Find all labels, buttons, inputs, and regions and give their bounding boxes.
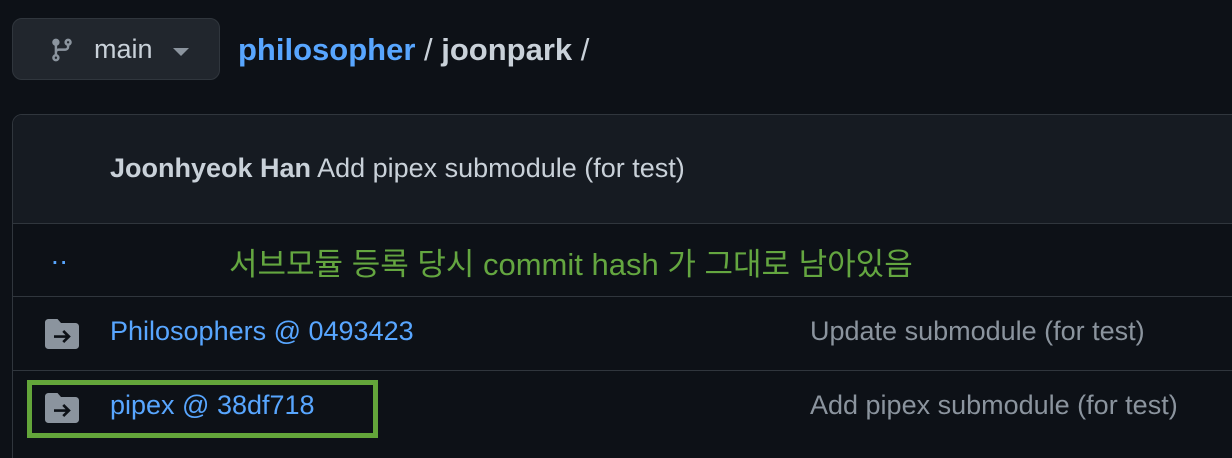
repo-file-browser: main philosopher / joonpark / Joonhyeok … (0, 0, 1232, 458)
breadcrumb-repo-link[interactable]: philosopher (238, 32, 415, 67)
parent-directory-link[interactable]: .. (51, 239, 69, 271)
chevron-down-icon (173, 48, 189, 56)
breadcrumb: philosopher / joonpark / (238, 30, 589, 70)
breadcrumb-current-directory: joonpark (441, 32, 573, 67)
commit-message-link[interactable]: Add pipex submodule (for test) (317, 153, 685, 183)
git-branch-icon (52, 38, 72, 62)
latest-commit-text: Joonhyeok Han Add pipex submodule (for t… (110, 153, 685, 184)
file-list: Joonhyeok Han Add pipex submodule (for t… (12, 114, 1232, 458)
annotation-text: 서브모듈 등록 당시 commit hash 가 그대로 남아있음 (229, 247, 913, 282)
commit-message-link[interactable]: Add pipex submodule (for test) (810, 390, 1178, 421)
submodule-link[interactable]: pipex @ 38df718 (110, 390, 315, 421)
submodule-folder-icon (45, 319, 79, 349)
branch-select-button[interactable]: main (12, 18, 220, 80)
commit-message-link[interactable]: Update submodule (for test) (810, 316, 1145, 347)
breadcrumb-separator: / (415, 32, 442, 67)
commit-author-link[interactable]: Joonhyeok Han (110, 153, 311, 183)
list-item: Philosophers @ 0493423 Update submodule … (13, 297, 1232, 371)
list-item: pipex @ 38df718 Add pipex submodule (for… (13, 371, 1232, 445)
breadcrumb-separator: / (572, 32, 590, 67)
submodule-link[interactable]: Philosophers @ 0493423 (110, 316, 414, 347)
latest-commit-bar: Joonhyeok Han Add pipex submodule (for t… (13, 115, 1232, 224)
submodule-folder-icon (45, 393, 79, 423)
parent-directory-row: .. 서브모듈 등록 당시 commit hash 가 그대로 남아있음 (13, 223, 1232, 297)
branch-name: main (94, 34, 153, 64)
